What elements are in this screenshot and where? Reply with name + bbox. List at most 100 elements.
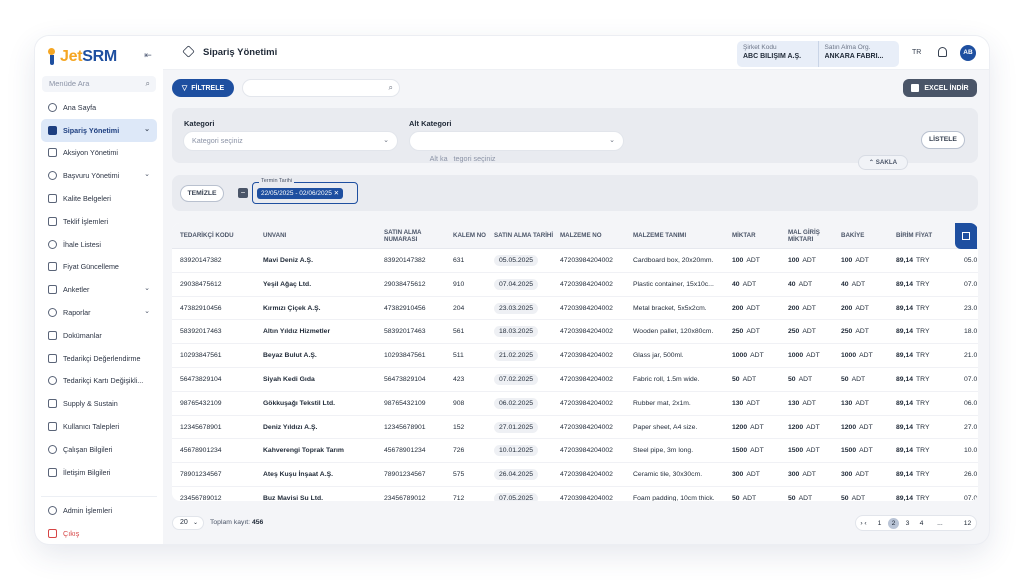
search-input[interactable]: ⌕ — [242, 79, 400, 97]
sidebar-item-10[interactable]: Dokümanlar — [41, 324, 157, 347]
sidebar-item-3[interactable]: Başvuru Yönetimi ⌄ — [41, 164, 157, 187]
cell-item: 204 — [453, 304, 465, 312]
cell-qty: 1200 ADT — [732, 416, 784, 440]
sidebar-item-admin[interactable]: Admin İşlemleri — [41, 499, 157, 522]
table-row[interactable]: 23456789012 Buz Mavisi Su Ltd. 23456789012… — [172, 487, 978, 501]
application-icon — [48, 171, 57, 181]
currency: TRY — [916, 376, 930, 383]
quantity-value: 300 — [732, 471, 744, 479]
column-header-5[interactable]: MALZEME NO — [560, 223, 630, 249]
collapse-filter-button[interactable]: ⌃ SAKLA — [858, 155, 908, 170]
quantity-value: 250 — [732, 328, 744, 336]
page-button[interactable]: 4 — [916, 518, 927, 529]
table-row[interactable]: 10293847561 Beyaz Bulut A.Ş. 10293847561 51… — [172, 344, 978, 368]
unit: ADT — [798, 376, 813, 383]
column-header-7[interactable]: MİKTAR — [732, 223, 784, 249]
column-header-9[interactable]: BAKİYE — [841, 223, 893, 249]
close-icon[interactable]: ✕ — [334, 190, 339, 197]
price-value: 89,14 — [896, 352, 914, 360]
table-row[interactable]: 83920147382 Mavi Deniz A.Ş. 83920147382 631… — [172, 249, 978, 273]
sidebar-item-4[interactable]: Kalite Belgeleri — [41, 187, 157, 210]
sidebar-item-15[interactable]: Çalışan Bilgileri — [41, 438, 157, 461]
column-header-4[interactable]: SATIN ALMA TARİHİ — [494, 223, 556, 249]
clear-button[interactable]: TEMİZLE — [180, 185, 224, 202]
collapse-sidebar-icon[interactable]: ⇤ — [141, 48, 155, 62]
purchase-org-selector[interactable]: Satın Alma Org. ANKARA FABRİ... — [817, 41, 900, 67]
unit: ADT — [802, 399, 816, 407]
column-header-1[interactable]: UNVANI — [263, 223, 381, 249]
chevron-down-icon[interactable]: ⌄ — [144, 301, 150, 323]
cell-gr: 40 ADT — [788, 273, 838, 297]
chevron-down-icon[interactable]: ⌄ — [144, 278, 150, 300]
table-row[interactable]: 98765432109 Gökkuşağı Tekstil Ltd. 9876543… — [172, 392, 978, 416]
chevron-down-icon[interactable]: ⌄ — [144, 119, 150, 141]
language-selector[interactable]: TR — [912, 49, 921, 56]
sidebar-item-6[interactable]: İhale Listesi — [41, 233, 157, 256]
category-select[interactable]: Kategori seçiniz ⌄ — [183, 131, 398, 151]
unit: ADT — [746, 399, 760, 407]
minus-icon[interactable]: − — [238, 188, 248, 198]
sidebar-item-8[interactable]: Anketler ⌄ — [41, 278, 157, 301]
page-size-select[interactable]: 20 ⌄ — [172, 516, 204, 530]
bell-icon[interactable] — [938, 47, 947, 57]
excel-download-button[interactable]: EXCEL İNDİR — [903, 79, 977, 97]
table-row[interactable]: 78901234567 Ateş Kuşu İnşaat A.Ş. 78901234… — [172, 463, 978, 487]
table-row[interactable]: 29038475612 Yeşil Ağaç Ltd. 29038475612 910… — [172, 273, 978, 297]
sidebar-item-11[interactable]: Tedarikçi Değerlendirme — [41, 347, 157, 370]
page-button[interactable]: 12 — [962, 518, 973, 529]
table-row[interactable]: 58392017463 Altın Yıldız Hizmetler 5839201… — [172, 320, 978, 345]
table-row[interactable]: 47382910456 Kırmızı Çiçek A.Ş. 47382910456… — [172, 297, 978, 321]
column-header-6[interactable]: MALZEME TANIMI — [633, 223, 729, 249]
cell-price: 89,14 TRY — [896, 344, 954, 368]
column-header-0[interactable]: TEDARİKÇİ KODU — [180, 223, 260, 249]
table-row[interactable]: 45678901234 Kahverengi Toprak Tarım 456789… — [172, 439, 978, 464]
sidebar-item-13[interactable]: Supply & Sustain — [41, 392, 157, 415]
subcategory-label: Alt Kategori — [409, 119, 452, 128]
column-header-3[interactable]: KALEM NO — [453, 223, 491, 249]
next-page-icon[interactable]: › — [856, 518, 867, 529]
cell-mat: 47203984204002 — [560, 471, 613, 479]
sidebar-item-9[interactable]: Raporlar ⌄ — [41, 301, 157, 324]
logo[interactable]: JetSRM — [45, 46, 117, 68]
column-header-10[interactable]: BİRİM FİYAT — [896, 223, 954, 249]
subcategory-select[interactable]: Alt ka tegori seçiniz ⌄ — [409, 131, 624, 163]
page-button[interactable]: ... — [932, 518, 948, 529]
sidebar-item-7[interactable]: Fiyat Güncelleme — [41, 256, 157, 279]
table-row[interactable]: 12345678901 Deniz Yıldızı A.Ş. 12345678901… — [172, 416, 978, 440]
column-header-8[interactable]: MAL GİRİŞ MİKTARI — [788, 223, 838, 249]
list-button[interactable]: LİSTELE — [921, 131, 965, 149]
menu-search-input[interactable]: Menüde Ara ⌕ — [42, 76, 156, 92]
column-header-2[interactable]: SATIN ALMA NUMARASI — [384, 223, 450, 249]
date-filter-chip[interactable]: 22/05/2025 - 02/06/2025 ✕ — [257, 188, 344, 199]
page-button[interactable]: 1 — [874, 518, 885, 529]
sidebar-item-14[interactable]: Kullanıcı Talepleri — [41, 415, 157, 438]
sidebar-item-16[interactable]: İletişim Bilgileri — [41, 461, 157, 484]
cell-bal: 100 ADT — [841, 249, 893, 273]
date-pill: 23.03.2025 — [494, 302, 539, 314]
page-button[interactable]: 2 — [888, 518, 899, 529]
chevron-down-icon[interactable]: ⌄ — [144, 164, 150, 186]
sidebar-item-0[interactable]: Ana Sayfa — [41, 96, 157, 119]
filter-button[interactable]: ▽ FİLTRELE — [172, 79, 234, 97]
unit: ADT — [746, 471, 760, 479]
sidebar-item-12[interactable]: Tedarikçi Kartı Değişikli... — [41, 370, 157, 393]
company-code-selector[interactable]: Şirket Kodu ABC BİLİŞİM A.Ş. — [737, 41, 818, 67]
sidebar-item-5[interactable]: Teklif İşlemleri — [41, 210, 157, 233]
cell-bal: 200 ADT — [841, 297, 893, 321]
cell-code: 29038475612 — [180, 280, 222, 288]
sidebar-item-1[interactable]: Sipariş Yönetimi ⌄ — [41, 118, 157, 142]
avatar[interactable]: AB — [960, 45, 976, 61]
date-pill: 07.05.2025 — [494, 493, 539, 501]
cell-date: 07.02.2025 — [494, 368, 556, 392]
quantity-value: 1500 — [732, 447, 748, 455]
cell-gr: 100 ADT — [788, 249, 838, 273]
organization-selector[interactable]: Şirket Kodu ABC BİLİŞİM A.Ş. Satın Alma … — [737, 41, 899, 67]
cell-name: Ateş Kuşu İnşaat A.Ş. — [263, 471, 333, 479]
column-settings-button[interactable] — [955, 223, 977, 249]
quantity-value: 200 — [788, 304, 800, 312]
sidebar-item-logout[interactable]: Çıkış — [41, 522, 157, 544]
sidebar-item-2[interactable]: Aksiyon Yönetimi — [41, 142, 157, 165]
table-row[interactable]: 56473829104 Siyah Kedi Gıda 56473829104 423… — [172, 368, 978, 392]
page-button[interactable]: 3 — [902, 518, 913, 529]
cell-gr: 50 ADT — [788, 368, 838, 392]
